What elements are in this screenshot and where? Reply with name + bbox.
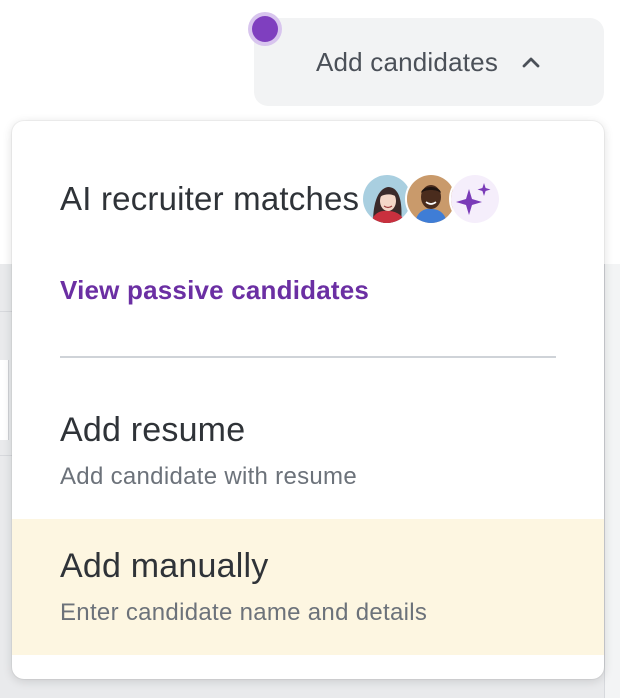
background-right-panel [604, 264, 620, 698]
add-manually-title: Add manually [60, 547, 269, 585]
add-candidates-button[interactable]: Add candidates [254, 18, 604, 106]
notification-dot [252, 16, 278, 42]
chevron-up-icon [520, 51, 542, 73]
add-manually-subtitle: Enter candidate name and details [60, 599, 428, 626]
ai-recruiter-matches-title: AI recruiter matches [60, 180, 360, 217]
menu-divider [60, 356, 556, 358]
add-candidates-menu: AI recruiter matches View passive candid… [12, 121, 604, 679]
sparkle-icon [449, 173, 502, 225]
add-candidates-label: Add candidates [315, 46, 499, 77]
add-resume-title: Add resume [60, 411, 246, 449]
view-passive-candidates-link[interactable]: View passive candidates [60, 275, 369, 306]
ai-recruiter-matches-row[interactable]: AI recruiter matches [60, 173, 502, 225]
background-panel-edge [0, 360, 9, 440]
add-resume-option[interactable]: Add resume Add candidate with resume [12, 383, 604, 519]
add-resume-subtitle: Add candidate with resume [60, 463, 357, 490]
add-manually-option[interactable]: Add manually Enter candidate name and de… [12, 519, 604, 655]
avatar-stack [361, 173, 502, 225]
